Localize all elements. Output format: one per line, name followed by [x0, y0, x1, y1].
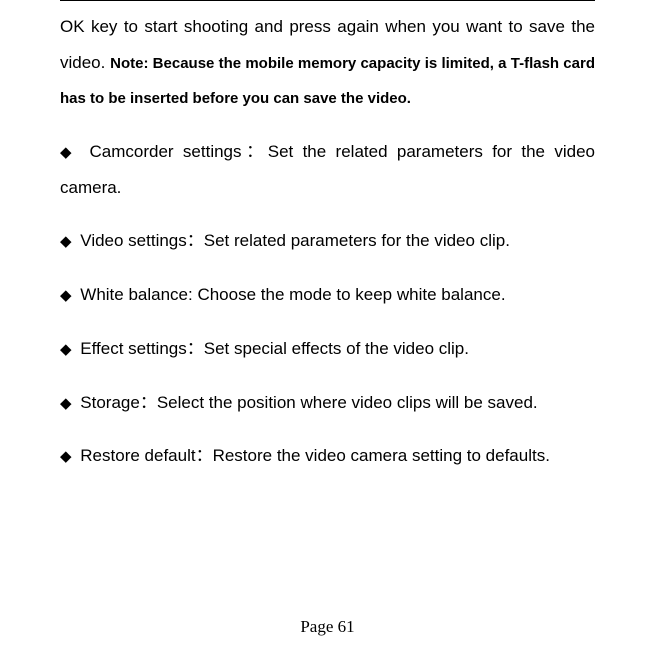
diamond-icon: ◆	[60, 448, 72, 465]
bullet-text: Effect settings：Set special effects of t…	[80, 339, 469, 358]
bullet-item: ◆ Storage：Select the position where vide…	[60, 385, 595, 421]
diamond-icon: ◆	[60, 341, 72, 358]
intro-paragraph: OK key to start shooting and press again…	[60, 9, 595, 116]
bullet-text: Video settings：Set related parameters fo…	[80, 231, 510, 250]
bullet-item: ◆ Restore default：Restore the video came…	[60, 438, 595, 474]
bullet-item: ◆ Video settings：Set related parameters …	[60, 223, 595, 259]
bullet-item: ◆ Camcorder settings：Set the related par…	[60, 134, 595, 205]
diamond-icon: ◆	[60, 395, 72, 412]
diamond-icon: ◆	[60, 287, 72, 304]
bullet-item: ◆ Effect settings：Set special effects of…	[60, 331, 595, 367]
diamond-icon: ◆	[60, 144, 76, 161]
bullet-text: White balance: Choose the mode to keep w…	[80, 285, 505, 304]
bullet-text: Restore default：Restore the video camera…	[80, 446, 550, 465]
bullet-item: ◆ White balance: Choose the mode to keep…	[60, 277, 595, 313]
bullet-text: Camcorder settings：Set the related param…	[60, 142, 595, 197]
bullet-text: Storage：Select the position where video …	[80, 393, 537, 412]
page-number: Page 61	[0, 617, 655, 637]
document-page: OK key to start shooting and press again…	[60, 0, 595, 474]
intro-note: Note: Because the mobile memory capacity…	[60, 55, 595, 108]
diamond-icon: ◆	[60, 233, 72, 250]
